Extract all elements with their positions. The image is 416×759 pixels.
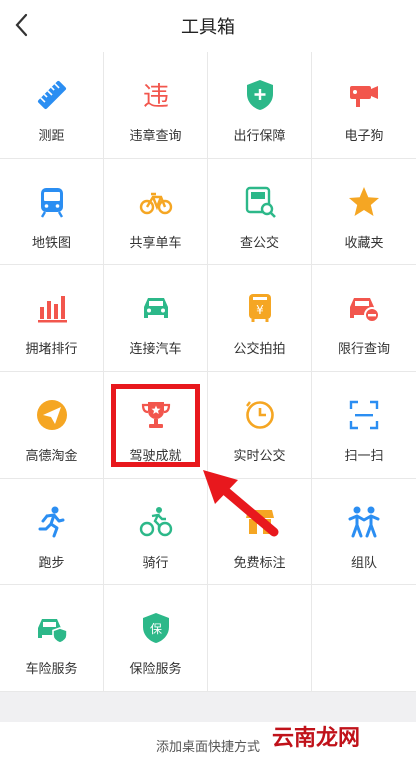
tool-label: 限行查询	[337, 342, 390, 358]
tool-grid: 测距 违 违章查询 出行保障 电子狗 地铁图 共享单车 查公交 收藏夹 拥堵排行…	[0, 52, 416, 692]
tool-label: 查公交	[239, 235, 279, 251]
tool-favorites[interactable]: 收藏夹	[312, 159, 416, 266]
tool-label: 高德淘金	[25, 448, 78, 464]
footer-divider	[0, 692, 416, 722]
tool-car-insurance[interactable]: 车险服务	[0, 585, 104, 692]
tool-free-mark[interactable]: 免费标注	[208, 478, 312, 586]
watermark-logo: 云南龙网	[272, 726, 361, 751]
tool-label: 扫一扫	[344, 448, 384, 464]
tool-label: 拥堵排行	[25, 342, 78, 358]
svg-text:违: 违	[142, 82, 168, 112]
bicycle-icon	[139, 192, 172, 214]
tool-label: 公交拍拍	[233, 342, 286, 358]
empty-cell	[312, 585, 416, 692]
tool-label: 跑步	[38, 555, 65, 571]
tool-label: 收藏夹	[344, 235, 384, 251]
camera-icon	[350, 86, 378, 107]
car-icon	[143, 298, 168, 319]
svg-text:保: 保	[149, 622, 161, 636]
tool-scan[interactable]: 扫一扫	[312, 372, 416, 479]
paper-plane-icon	[36, 399, 67, 430]
tool-label: 共享单车	[129, 235, 182, 251]
star-icon	[349, 186, 379, 216]
tool-label: 保险服务	[129, 662, 182, 678]
tool-realtime-bus[interactable]: 实时公交	[208, 371, 312, 479]
tool-restriction[interactable]: 限行查询	[312, 265, 416, 372]
tool-label: 违章查询	[129, 129, 182, 144]
tool-violation[interactable]: 违 违章查询	[104, 52, 208, 159]
tool-team[interactable]: 组队	[312, 479, 416, 586]
tool-label: 连接汽车	[129, 342, 182, 358]
tool-travel-guard[interactable]: 出行保障	[208, 52, 312, 159]
car-restrict-icon	[350, 298, 380, 324]
violation-icon: 违	[142, 82, 168, 112]
subway-icon	[40, 187, 63, 218]
tool-insurance[interactable]: 保 保险服务	[104, 585, 208, 692]
bar-chart-icon	[37, 296, 67, 323]
team-icon	[348, 506, 380, 538]
tool-label: 出行保障	[233, 129, 286, 144]
insurance-icon: 保	[142, 613, 169, 644]
tool-bus-photo[interactable]: ¥ 公交拍拍	[208, 265, 312, 372]
header-bar: 工具箱	[0, 0, 416, 52]
empty-cell	[208, 585, 312, 692]
tool-label: 骑行	[142, 555, 169, 571]
tool-label: 组队	[350, 555, 377, 571]
car-insurance-icon	[37, 619, 68, 645]
tool-shared-bike[interactable]: 共享单车	[104, 158, 208, 266]
tool-label: 实时公交	[233, 448, 286, 464]
tool-ruler[interactable]: 测距	[0, 52, 104, 159]
shield-plus-icon	[246, 80, 273, 110]
tool-edog[interactable]: 电子狗	[312, 52, 416, 159]
tool-bus-search[interactable]: 查公交	[208, 158, 312, 266]
tool-label: 地铁图	[31, 235, 71, 251]
runner-icon	[38, 506, 64, 538]
scan-icon	[349, 400, 379, 430]
cyclist-icon	[139, 506, 172, 536]
tool-congestion[interactable]: 拥堵排行	[0, 265, 104, 372]
tool-subway[interactable]: 地铁图	[0, 158, 104, 266]
highlight-box	[111, 384, 200, 467]
bus-search-icon	[245, 186, 276, 218]
clock-icon	[245, 401, 274, 429]
ruler-icon	[37, 80, 66, 110]
shop-icon	[245, 509, 274, 534]
tool-label: 车险服务	[25, 662, 78, 678]
tool-label: 电子狗	[344, 129, 384, 144]
tool-label: 免费标注	[233, 555, 286, 571]
tool-gold[interactable]: 高德淘金	[0, 371, 104, 479]
svg-text:¥: ¥	[256, 303, 264, 317]
tool-running[interactable]: 跑步	[0, 478, 104, 586]
tool-cycling[interactable]: 骑行	[104, 478, 208, 586]
tool-label: 测距	[38, 129, 65, 144]
bus-yuan-icon: ¥	[248, 294, 271, 323]
page-title: 工具箱	[181, 17, 235, 38]
tool-connect-car[interactable]: 连接汽车	[104, 265, 208, 372]
